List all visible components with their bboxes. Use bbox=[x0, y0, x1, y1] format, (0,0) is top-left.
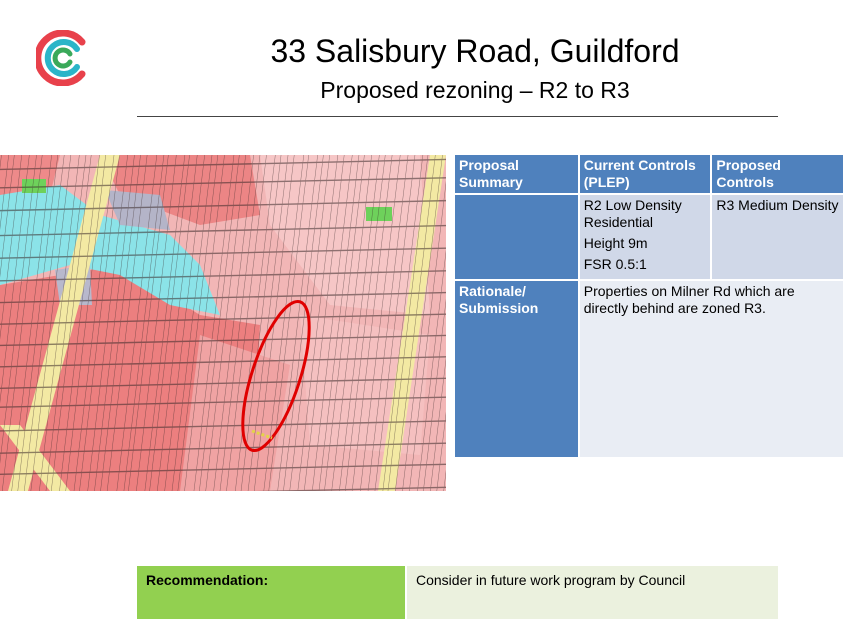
slide-subtitle: Proposed rezoning – R2 to R3 bbox=[320, 77, 630, 103]
current-fsr: FSR 0.5:1 bbox=[583, 256, 647, 272]
proposal-summary-cell bbox=[455, 195, 578, 279]
recommendation-box: Recommendation: Consider in future work … bbox=[137, 566, 778, 619]
slide-title: 33 Salisbury Road, Guildford bbox=[270, 33, 680, 69]
current-controls-header: Current Controls (PLEP) bbox=[579, 155, 711, 193]
recommendation-label: Recommendation: bbox=[137, 566, 407, 619]
current-height: Height 9m bbox=[583, 235, 648, 251]
proposal-summary-header: Proposal Summary bbox=[455, 155, 578, 193]
proposed-controls-header: Proposed Controls bbox=[712, 155, 843, 193]
rationale-text: Properties on Milner Rd which are direct… bbox=[579, 281, 843, 457]
council-c-logo-icon bbox=[36, 30, 86, 86]
zoning-map bbox=[0, 155, 446, 491]
proposal-table: Proposal Summary Current Controls (PLEP)… bbox=[453, 153, 845, 459]
current-controls-cell: R2 Low Density Residential Height 9m FSR… bbox=[579, 195, 711, 279]
current-zoning: R2 Low Density Residential bbox=[583, 197, 682, 230]
rationale-header: Rationale/ Submission bbox=[455, 281, 578, 457]
title-divider bbox=[137, 116, 778, 117]
recommendation-text: Consider in future work program by Counc… bbox=[407, 566, 778, 619]
proposed-controls-cell: R3 Medium Density bbox=[712, 195, 843, 279]
